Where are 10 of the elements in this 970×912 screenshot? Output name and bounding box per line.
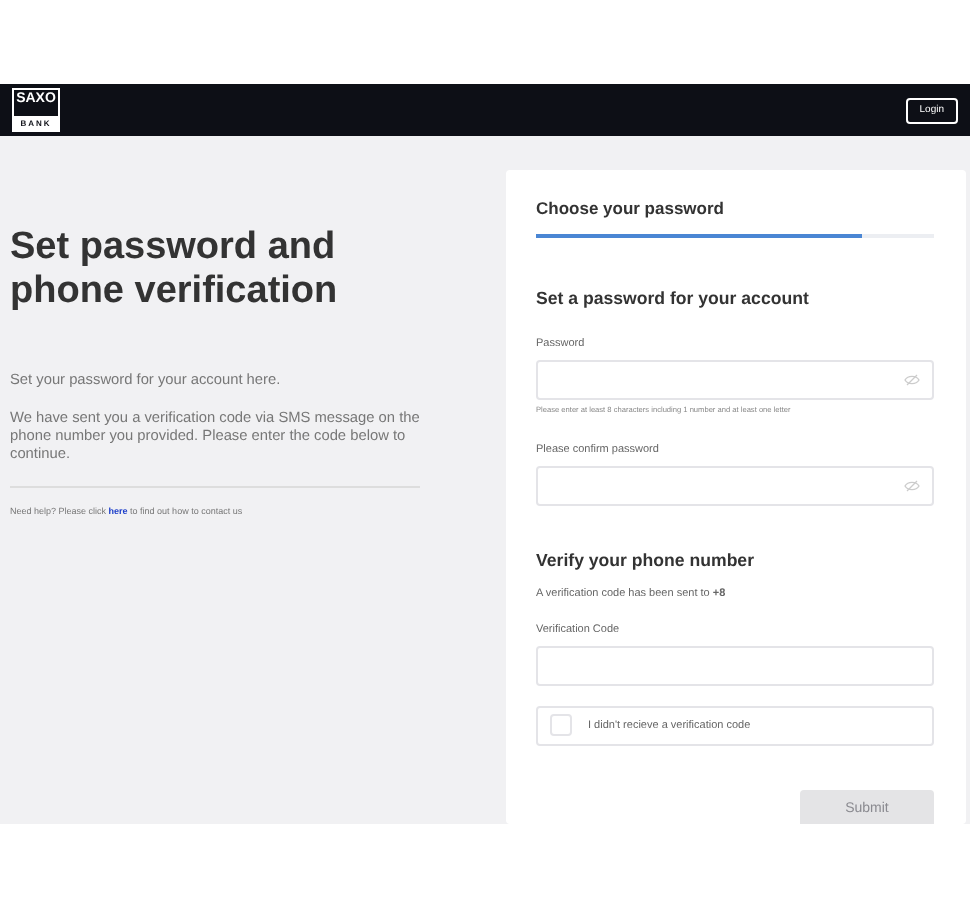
section-title: Verify your phone number [536,549,757,571]
password-field[interactable] [536,359,934,400]
section-title: Set a password for your account [536,288,811,310]
step-title: Choose your password [536,198,726,219]
code-field[interactable] [536,645,934,686]
page-title: Set password and phone verification [10,226,340,314]
eye-icon[interactable] [904,373,920,386]
eye-icon[interactable] [904,479,920,492]
password-field[interactable] [536,465,934,506]
checkbox[interactable] [550,714,572,737]
